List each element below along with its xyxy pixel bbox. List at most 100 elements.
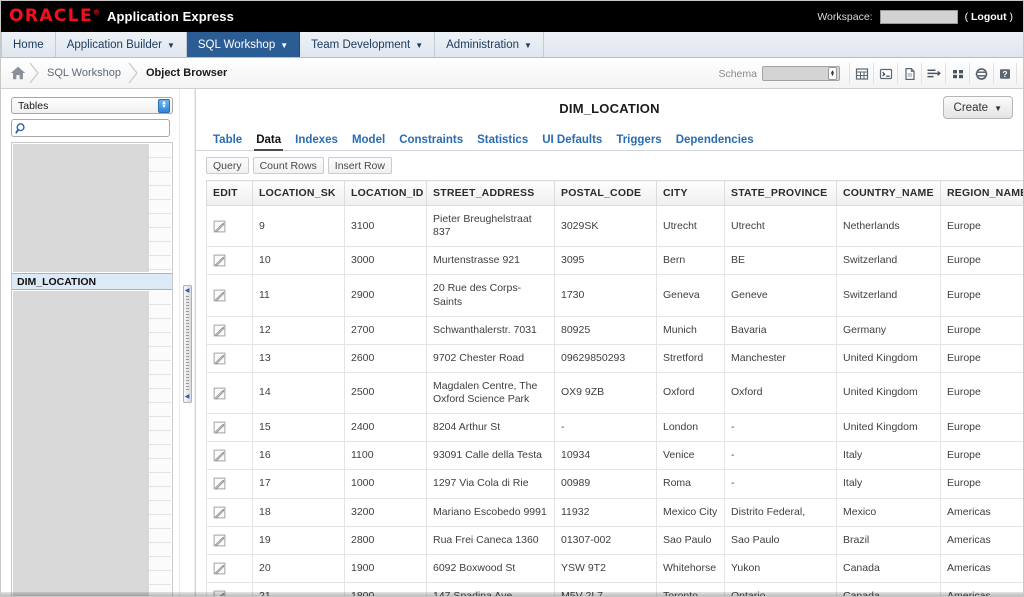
edit-row-button[interactable] — [206, 469, 253, 499]
cell-state-province: Geneve — [724, 274, 837, 317]
top-header-bar: ORACLE® Application Express Workspace: (… — [1, 1, 1023, 32]
home-icon[interactable] — [9, 64, 27, 82]
cell-location-sk: 19 — [252, 525, 345, 555]
tab-ui-defaults[interactable]: UI Defaults — [535, 134, 609, 150]
object-search-box[interactable] — [11, 119, 170, 137]
edit-pencil-icon — [213, 289, 226, 302]
cell-country-name: Netherlands — [836, 204, 941, 248]
create-button[interactable]: Create ▼ — [942, 96, 1013, 119]
edit-row-button[interactable] — [206, 553, 253, 583]
cell-street-address: Schwanthalerstr. 7031 — [426, 315, 555, 345]
tab-indexes[interactable]: Indexes — [288, 134, 345, 150]
nav-item-team-development[interactable]: Team Development ▼ — [300, 32, 436, 57]
nav-item-application-builder[interactable]: Application Builder ▼ — [56, 32, 187, 57]
nav-item-sql-workshop[interactable]: SQL Workshop ▼ — [186, 32, 301, 57]
column-header-region-name[interactable]: REGION_NAME — [940, 180, 1023, 206]
column-header-edit[interactable]: EDIT — [206, 180, 253, 206]
edit-row-button[interactable] — [206, 315, 253, 345]
schema-select[interactable]: ▲ ▼ — [762, 66, 840, 81]
column-header-location-id[interactable]: LOCATION_ID — [344, 180, 427, 206]
workspace-label: Workspace: — [817, 10, 873, 23]
object-type-select[interactable]: Tables ▲ ▼ — [11, 97, 173, 114]
cell-location-sk: 16 — [252, 441, 345, 471]
cell-region-name: Europe — [940, 441, 1023, 471]
sql-command-prompt-icon[interactable] — [873, 63, 897, 84]
cell-postal-code: YSW 9T2 — [554, 553, 657, 583]
data-load-icon[interactable] — [921, 63, 945, 84]
object-search-input[interactable] — [28, 122, 169, 134]
cell-region-name: Europe — [940, 246, 1023, 276]
column-header-location-sk[interactable]: LOCATION_SK — [252, 180, 345, 206]
cell-location-sk: 18 — [252, 497, 345, 527]
window-bottom-shadow — [1, 592, 1023, 596]
workspace-value-field[interactable] — [879, 9, 958, 24]
cell-state-province: - — [724, 469, 837, 499]
cell-location-sk: 11 — [252, 274, 345, 317]
edit-row-button[interactable] — [206, 441, 253, 471]
breadcrumb-item-object-browser: Object Browser — [145, 67, 228, 79]
object-list-redacted-bottom — [13, 291, 171, 596]
tab-data[interactable]: Data — [249, 134, 288, 151]
cell-location-id: 1900 — [344, 553, 427, 583]
oracle-logo: ORACLE® — [9, 6, 101, 26]
cell-state-province: BE — [724, 246, 837, 276]
column-header-street-address[interactable]: STREET_ADDRESS — [426, 180, 555, 206]
insert-row-button[interactable]: Insert Row — [327, 157, 392, 174]
count-rows-button[interactable]: Count Rows — [252, 157, 324, 174]
panel-splitter[interactable]: ◀ ◀ — [179, 89, 195, 596]
chevron-down-icon: ▼ — [994, 103, 1002, 113]
nav-item-label: Team Development — [311, 38, 411, 51]
column-header-country-name[interactable]: COUNTRY_NAME — [836, 180, 941, 206]
edit-row-button[interactable] — [206, 343, 253, 373]
edit-pencil-icon — [213, 352, 226, 365]
object-list-item-selected[interactable]: DIM_LOCATION — [12, 273, 172, 290]
table-grid-icon[interactable] — [849, 63, 873, 84]
object-tabs: Table Data Indexes Model Constraints Sta… — [196, 127, 1023, 151]
column-header-postal-code[interactable]: POSTAL_CODE — [554, 180, 657, 206]
cell-state-province: Oxford — [724, 371, 837, 415]
utilities-squares-icon[interactable] — [945, 63, 969, 84]
nav-item-administration[interactable]: Administration ▼ — [435, 32, 544, 57]
tab-triggers[interactable]: Triggers — [609, 134, 668, 150]
cell-postal-code: 1730 — [554, 274, 657, 317]
edit-row-button[interactable] — [206, 497, 253, 527]
logout-link[interactable]: ( Logout ) — [965, 11, 1013, 23]
cell-city: London — [656, 413, 725, 443]
edit-pencil-icon — [213, 324, 226, 337]
edit-row-button[interactable] — [206, 204, 253, 248]
breadcrumb-item-sql-workshop[interactable]: SQL Workshop — [42, 67, 126, 79]
cell-city: Whitehorse — [656, 553, 725, 583]
cell-region-name: Europe — [940, 315, 1023, 345]
tab-model[interactable]: Model — [345, 134, 392, 150]
edit-row-button[interactable] — [206, 246, 253, 276]
query-button[interactable]: Query — [206, 157, 249, 174]
cell-street-address: 93091 Calle della Testa — [426, 441, 555, 471]
script-document-icon[interactable] — [897, 63, 921, 84]
cell-state-province: Utrecht — [724, 204, 837, 248]
nav-item-home[interactable]: Home — [1, 32, 56, 57]
cell-city: Oxford — [656, 371, 725, 415]
restful-services-icon[interactable] — [969, 63, 993, 84]
tab-constraints[interactable]: Constraints — [392, 134, 470, 150]
chevron-down-icon: ▼ — [524, 40, 532, 50]
help-question-icon[interactable]: ? — [993, 63, 1017, 84]
edit-row-button[interactable] — [206, 371, 253, 415]
table-row: 11 2900 20 Rue des Corps-Saints 1730 Geneva G… — [206, 274, 1023, 317]
tab-table[interactable]: Table — [206, 134, 249, 150]
edit-row-button[interactable] — [206, 274, 253, 317]
svg-text:?: ? — [1002, 69, 1007, 79]
edit-pencil-icon — [213, 562, 226, 575]
splitter-handle[interactable]: ◀ ◀ — [182, 284, 192, 403]
column-header-city[interactable]: CITY — [656, 180, 725, 206]
column-header-state-province[interactable]: STATE_PROVINCE — [724, 180, 837, 206]
tab-dependencies[interactable]: Dependencies — [669, 134, 761, 150]
nav-item-label: SQL Workshop — [197, 38, 276, 51]
edit-row-button[interactable] — [206, 413, 253, 443]
data-grid: EDIT LOCATION_SK LOCATION_ID STREET_ADDR… — [206, 180, 1023, 596]
edit-row-button[interactable] — [206, 525, 253, 555]
sidebar-search-row — [11, 119, 173, 137]
tab-statistics[interactable]: Statistics — [470, 134, 535, 150]
edit-pencil-icon — [213, 449, 226, 462]
cell-street-address: 1297 Via Cola di Rie — [426, 469, 555, 499]
object-list[interactable]: DIM_LOCATION — [11, 142, 173, 596]
